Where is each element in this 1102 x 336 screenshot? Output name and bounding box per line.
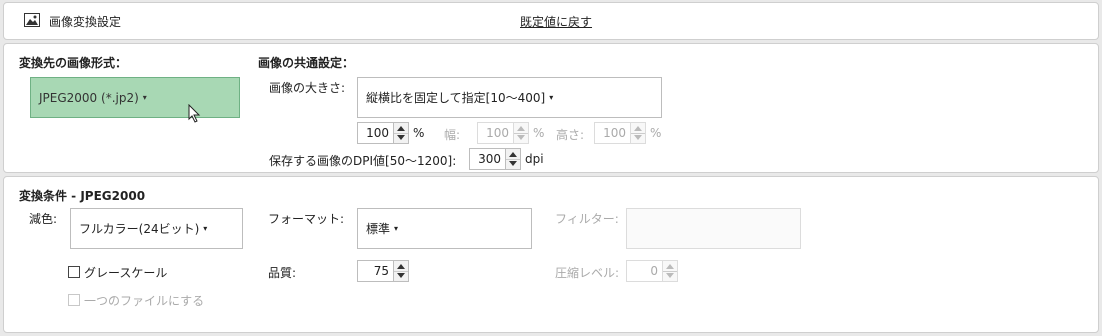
format-value: 標準	[366, 222, 391, 236]
width-input[interactable]: 100	[477, 122, 514, 144]
spin-down-icon[interactable]	[397, 273, 405, 278]
spin-up-icon[interactable]	[397, 126, 405, 131]
quality-input[interactable]: 75	[357, 260, 394, 282]
conditions-heading: 変換条件 - JPEG2000	[19, 189, 146, 203]
grayscale-label[interactable]: グレースケール	[84, 264, 167, 281]
quality-stepper[interactable]	[393, 260, 409, 282]
compression-stepper[interactable]	[662, 260, 678, 282]
output-format-value: JPEG2000 (*.jp2)	[39, 90, 139, 105]
spin-down-icon[interactable]	[666, 273, 674, 278]
percent-input[interactable]: 100	[357, 122, 394, 144]
grayscale-checkbox[interactable]	[68, 266, 80, 278]
dpi-label: 保存する画像のDPI値[50～1200]:	[269, 154, 457, 168]
height-input[interactable]: 100	[594, 122, 631, 144]
common-settings-heading: 画像の共通設定：	[258, 56, 355, 70]
chevron-down-icon: ▾	[142, 93, 147, 102]
quality-label: 品質:	[268, 266, 297, 280]
chevron-down-icon: ▾	[549, 93, 554, 102]
page-title: 画像変換設定	[49, 15, 122, 29]
format-dropdown[interactable]: 標準 ▾	[357, 208, 532, 249]
spin-up-icon[interactable]	[397, 264, 405, 269]
spin-up-icon[interactable]	[666, 264, 674, 269]
reduce-color-dropdown[interactable]: フルカラー(24ビット) ▾	[70, 208, 243, 249]
filter-dropdown[interactable]	[626, 208, 801, 249]
header-panel: 画像変換設定 既定値に戻す	[3, 2, 1099, 40]
spin-down-icon[interactable]	[634, 135, 642, 140]
height-stepper[interactable]	[630, 122, 646, 144]
spin-down-icon[interactable]	[397, 135, 405, 140]
width-label: 幅:	[444, 128, 461, 142]
percent-stepper[interactable]	[393, 122, 409, 144]
reset-defaults-link[interactable]: 既定値に戻す	[520, 13, 592, 30]
size-label: 画像の大きさ:	[269, 81, 346, 95]
height-unit: %	[650, 126, 662, 140]
format-heading: 変換先の画像形式：	[19, 56, 128, 70]
conversion-conditions-panel: 変換条件 - JPEG2000 減色: フルカラー(24ビット) ▾ フォーマット…	[3, 176, 1099, 333]
single-file-checkbox[interactable]	[68, 294, 80, 306]
single-file-label[interactable]: 一つのファイルにする	[84, 292, 204, 309]
size-mode-dropdown[interactable]: 縦横比を固定して指定[10～400] ▾	[357, 77, 662, 118]
mouse-cursor-icon	[188, 104, 201, 123]
filter-label: フィルター:	[555, 212, 619, 226]
dpi-unit: dpi	[525, 152, 544, 166]
output-format-dropdown[interactable]: JPEG2000 (*.jp2) ▾	[30, 77, 240, 118]
width-stepper[interactable]	[513, 122, 529, 144]
spin-up-icon[interactable]	[634, 126, 642, 131]
image-icon	[24, 13, 40, 27]
spin-up-icon[interactable]	[509, 152, 517, 157]
format-label: フォーマット:	[268, 212, 345, 226]
compression-label: 圧縮レベル:	[555, 266, 620, 280]
chevron-down-icon: ▾	[203, 224, 208, 233]
width-unit: %	[533, 126, 545, 140]
percent-unit: %	[413, 126, 425, 140]
format-settings-panel: 変換先の画像形式： JPEG2000 (*.jp2) ▾ 画像の共通設定： 画像の…	[3, 43, 1099, 173]
chevron-down-icon: ▾	[394, 224, 399, 233]
dpi-stepper[interactable]	[505, 148, 521, 170]
spin-down-icon[interactable]	[509, 161, 517, 166]
height-label: 高さ:	[556, 128, 585, 142]
spin-down-icon[interactable]	[517, 135, 525, 140]
reduce-color-label: 減色:	[29, 212, 58, 226]
dpi-input[interactable]: 300	[469, 148, 506, 170]
reduce-color-value: フルカラー(24ビット)	[79, 222, 200, 236]
size-mode-value: 縦横比を固定して指定[10～400]	[366, 91, 546, 105]
compression-input[interactable]: 0	[626, 260, 663, 282]
spin-up-icon[interactable]	[517, 126, 525, 131]
